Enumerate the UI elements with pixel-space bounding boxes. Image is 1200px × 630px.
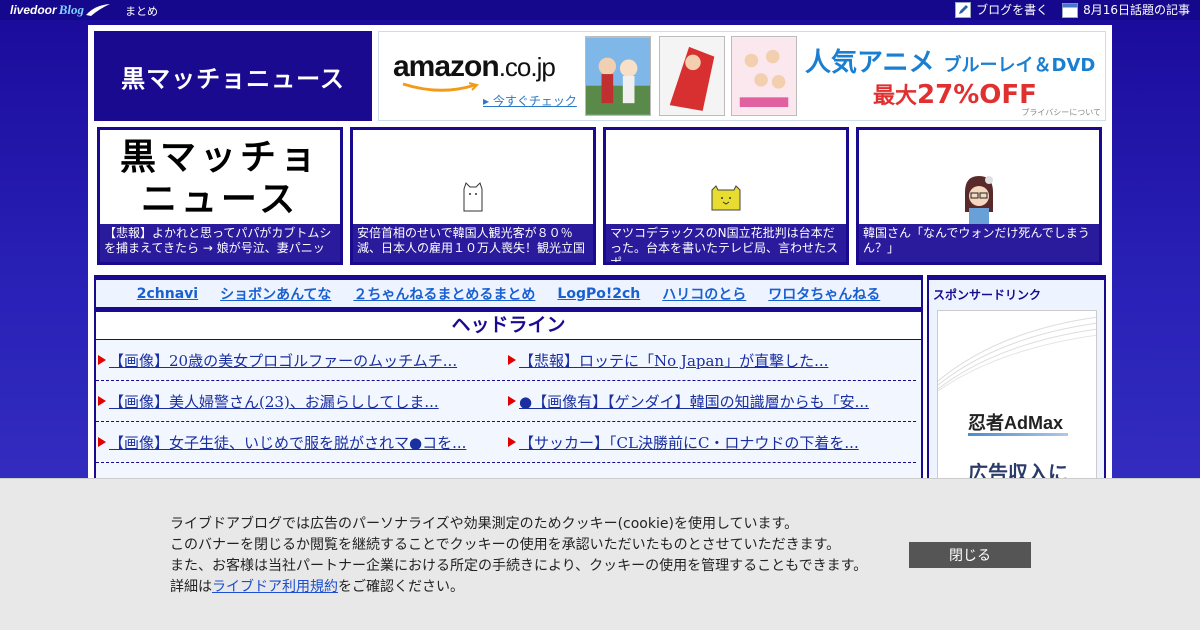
featured-caption: マツコデラックスのN国立花批判は台本だった。台本を書いたテレビ局、言わせたスポ: [606, 224, 846, 262]
amazon-logo: amazon.co.jp: [393, 50, 556, 84]
list-item: 【画像】美人婦警さん(23)、お漏らししてしま...: [98, 381, 439, 421]
girl-avatar-icon: [965, 175, 993, 224]
anime-cover-image-2: [659, 36, 725, 116]
list-item: 【悲報】ロッテに「No Japan」が直撃した...: [508, 340, 828, 380]
antenna-link-logpo[interactable]: LogPo!2ch: [557, 286, 640, 302]
logo-line-2: ニュース: [140, 177, 300, 220]
list-item: ●【画像有】【ゲンダイ】韓国の知識層からも「安...: [508, 381, 869, 421]
write-blog-link[interactable]: ブログを書く: [955, 1, 1048, 18]
list-item: 【画像】20歳の美女プロゴルファーのムッチムチ...: [98, 340, 457, 380]
anime-cover-image-1: [585, 36, 651, 116]
headline-link[interactable]: 【画像】美人婦警さん(23)、お漏らししてしま...: [109, 391, 439, 412]
sponsored-links-title: スポンサードリンク: [933, 288, 1042, 302]
logo-blog-text: Blog: [58, 2, 84, 17]
red-arrow-icon: [508, 355, 516, 365]
trending-label: 8月16日話題の記事: [1083, 3, 1190, 17]
ninja-logo-underline: [968, 433, 1068, 436]
antenna-link-2chnavi[interactable]: 2chnavi: [137, 286, 198, 302]
headline-list: 【画像】20歳の美女プロゴルファーのムッチムチ... 【悲報】ロッテに「No J…: [96, 340, 921, 480]
headline-link[interactable]: 【画像】20歳の美女プロゴルファーのムッチムチ...: [109, 350, 457, 371]
ad-headline: 人気アニメ ブルーレイ＆DVD: [805, 42, 1095, 79]
calendar-icon: [1062, 2, 1079, 18]
cookie-close-button[interactable]: 閉じる: [909, 542, 1031, 568]
cookie-notice-text: ライブドアブログでは広告のパーソナライズや効果測定のためクッキー(cookie)…: [170, 514, 867, 598]
antenna-link-warota[interactable]: ワロタちゃんねる: [768, 284, 880, 304]
site-title[interactable]: 黒マッチョニュース: [94, 31, 372, 121]
amazon-ad-banner[interactable]: amazon.co.jp ▸ 今すぐチェック 人気アニメ ブルーレイ＆DVD 最…: [378, 31, 1106, 121]
ad-headline-main: 人気アニメ: [805, 48, 935, 78]
trending-articles-link[interactable]: 8月16日話題の記事: [1062, 1, 1190, 18]
ad-privacy-link[interactable]: プライバシーについて: [1021, 107, 1101, 118]
amazon-tld-text: .co.jp: [498, 52, 556, 82]
red-arrow-icon: [98, 437, 106, 447]
cookie-line-4: 詳細はライブドア利用規約をご確認ください。: [170, 577, 867, 598]
cookie-line-1: ライブドアブログでは広告のパーソナライズや効果測定のためクッキー(cookie)…: [170, 516, 799, 532]
ninja-admax-ad[interactable]: 忍者AdMax 広告収入に: [937, 310, 1097, 485]
ninja-admax-logo: 忍者AdMax: [968, 413, 1064, 433]
antenna-link-2ch-matome[interactable]: ２ちゃんねるまとめるまとめ: [353, 284, 535, 304]
headline-row: 【画像】美人婦警さん(23)、お漏らししてしま... ●【画像有】【ゲンダイ】韓…: [96, 381, 916, 422]
amazon-check-label: 今すぐチェック: [492, 94, 577, 108]
write-blog-label: ブログを書く: [976, 3, 1049, 17]
amazon-check-link[interactable]: ▸ 今すぐチェック: [483, 92, 577, 109]
site-logo-thumbnail: 黒マッチョ ニュース: [100, 130, 340, 225]
featured-card[interactable]: 黒マッチョ ニュース 【悲報】よかれと思ってパパがカブトムシを捕まえてきたら →…: [97, 127, 343, 265]
list-item: 【サッカー】「CL決勝前にC・ロナウドの下着を...: [508, 422, 859, 462]
featured-articles: 黒マッチョ ニュース 【悲報】よかれと思ってパパがカブトムシを捕まえてきたら →…: [97, 127, 1105, 265]
logo-line-1: 黒マッチョ: [119, 135, 320, 178]
ad-sale-prefix: 最大: [873, 84, 918, 109]
kuro-macho-logo: 黒マッチョ ニュース: [120, 136, 320, 220]
red-arrow-icon: [98, 396, 106, 406]
red-arrow-icon: [508, 437, 516, 447]
cookie-line-2: このバナーを閉じるか閲覧を継続することでクッキーの使用を承認いただいたものとさせ…: [170, 537, 841, 553]
amazon-smile-icon: [402, 82, 479, 92]
red-arrow-icon: [98, 355, 106, 365]
featured-card[interactable]: 韓国さん「なんでウォンだけ死んでしまうん？」: [856, 127, 1102, 265]
ad-headline-sub: ブルーレイ＆DVD: [943, 55, 1096, 76]
list-item: 【画像】女子生徒、いじめで服を脱がされマ●コを...: [98, 422, 466, 462]
terms-link[interactable]: ライブドア利用規約: [212, 579, 338, 595]
headline-link[interactable]: 【悲報】ロッテに「No Japan」が直撃した...: [519, 350, 828, 371]
antenna-link-hariko[interactable]: ハリコのとら: [662, 284, 746, 304]
livedoor-blog-logo[interactable]: livedoor Blog: [10, 1, 111, 19]
cookie-consent-banner: ライブドアブログでは広告のパーソナライズや効果測定のためクッキー(cookie)…: [0, 478, 1200, 630]
featured-caption: 【悲報】よかれと思ってパパがカブトムシを捕まえてきたら → 娘が号泣、妻パニッ: [100, 224, 340, 262]
pencil-icon: [955, 1, 972, 18]
logo-livedoor-text: livedoor: [10, 3, 57, 17]
ad-decoration-lines: [938, 316, 1096, 391]
ad-sale-text: 最大27%OFF: [873, 78, 1037, 110]
cat-icon: [463, 181, 483, 211]
featured-card[interactable]: 安倍首相のせいで韓国人観光客が８０％減、日本人の雇用１０万人喪失！観光立国: [350, 127, 596, 265]
box-face-icon: [711, 184, 741, 210]
matome-link[interactable]: まとめ: [125, 3, 158, 19]
featured-thumbnail: [353, 130, 593, 225]
amazon-brand-text: amazon: [393, 50, 500, 83]
headline-row: 【画像】20歳の美女プロゴルファーのムッチムチ... 【悲報】ロッテに「No J…: [96, 340, 916, 381]
cookie-line-3: また、お客様は当社パートナー企業における所定の手続きにより、クッキーの使用を管理…: [170, 558, 868, 574]
anime-cover-image-3: [731, 36, 797, 116]
top-right-links: ブログを書く 8月16日話題の記事: [955, 1, 1190, 18]
logo-swoosh-icon: [85, 4, 110, 16]
main-column: 2chnavi ショボンあんてな ２ちゃんねるまとめるまとめ LogPo!2ch…: [94, 275, 923, 485]
cookie-line-4-suffix: をご確認ください。: [338, 579, 464, 595]
ad-sale-value: 27%OFF: [917, 80, 1037, 110]
featured-thumbnail: [606, 130, 846, 225]
sidebar: スポンサードリンク 忍者AdMax 広告収入に: [927, 275, 1106, 485]
headline-section-title: ヘッドライン: [96, 312, 921, 340]
featured-thumbnail: [859, 130, 1099, 225]
featured-caption: 韓国さん「なんでウォンだけ死んでしまうん？」: [859, 224, 1099, 262]
antenna-link-shobon[interactable]: ショボンあんてな: [220, 284, 331, 304]
featured-caption: 安倍首相のせいで韓国人観光客が８０％減、日本人の雇用１０万人喪失！観光立国: [353, 224, 593, 262]
top-bar: livedoor Blog まとめ ブログを書く 8月16日話題の記事: [0, 0, 1200, 20]
cookie-line-4-prefix: 詳細は: [170, 579, 212, 595]
headline-row: 【画像】女子生徒、いじめで服を脱がされマ●コを... 【サッカー】「CL決勝前に…: [96, 422, 916, 463]
page-container: 黒マッチョニュース amazon.co.jp ▸ 今すぐチェック 人気アニメ ブ…: [88, 25, 1112, 485]
red-arrow-icon: [508, 396, 516, 406]
headline-link[interactable]: ●【画像有】【ゲンダイ】韓国の知識層からも「安...: [519, 391, 869, 412]
headline-link[interactable]: 【サッカー】「CL決勝前にC・ロナウドの下着を...: [519, 432, 859, 453]
headline-link[interactable]: 【画像】女子生徒、いじめで服を脱がされマ●コを...: [109, 432, 466, 453]
antenna-links-bar: 2chnavi ショボンあんてな ２ちゃんねるまとめるまとめ LogPo!2ch…: [96, 280, 921, 312]
featured-card[interactable]: マツコデラックスのN国立花批判は台本だった。台本を書いたテレビ局、言わせたスポ: [603, 127, 849, 265]
